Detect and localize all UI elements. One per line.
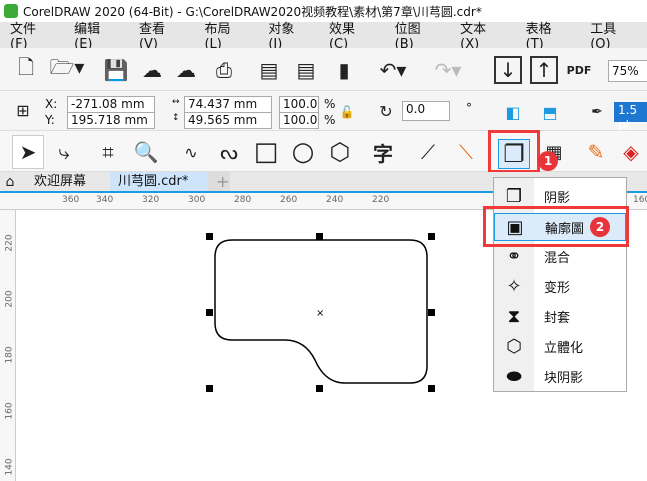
menu-item-label: 块阴影 (544, 370, 584, 386)
menu-item-label: 立體化 (544, 340, 584, 356)
menu-item-label: 封套 (544, 310, 571, 326)
selection-handle[interactable] (206, 385, 213, 392)
selection-handle[interactable] (428, 309, 435, 316)
menu-item-label: 混合 (544, 250, 571, 266)
menu-item-distort[interactable]: ✧ 变形 (494, 272, 626, 300)
extrude-icon: ⬡ (506, 335, 522, 357)
menu-item-envelope[interactable]: ⧗ 封套 (494, 302, 626, 330)
svg-text:×: × (316, 308, 324, 319)
step-badge-2: 2 (590, 217, 610, 237)
selection-handle[interactable] (316, 385, 323, 392)
selection-handle[interactable] (428, 233, 435, 240)
menu-item-extrude[interactable]: ⬡ 立體化 (494, 332, 626, 360)
menu-item-block-shadow[interactable]: ⬬ 块阴影 (494, 362, 626, 390)
selection-handle[interactable] (206, 233, 213, 240)
envelope-icon: ⧗ (507, 305, 521, 327)
block-shadow-icon: ⬬ (506, 365, 522, 387)
selection-handle[interactable] (428, 385, 435, 392)
menu-item-label: 变形 (544, 280, 571, 296)
distort-icon: ✧ (506, 275, 522, 297)
menu-item-label: 阴影 (544, 190, 571, 206)
selection-handle[interactable] (316, 233, 323, 240)
blend-icon: ⚭ (506, 245, 522, 267)
selection-handle[interactable] (206, 309, 213, 316)
drop-shadow-icon: ❐ (505, 185, 523, 207)
